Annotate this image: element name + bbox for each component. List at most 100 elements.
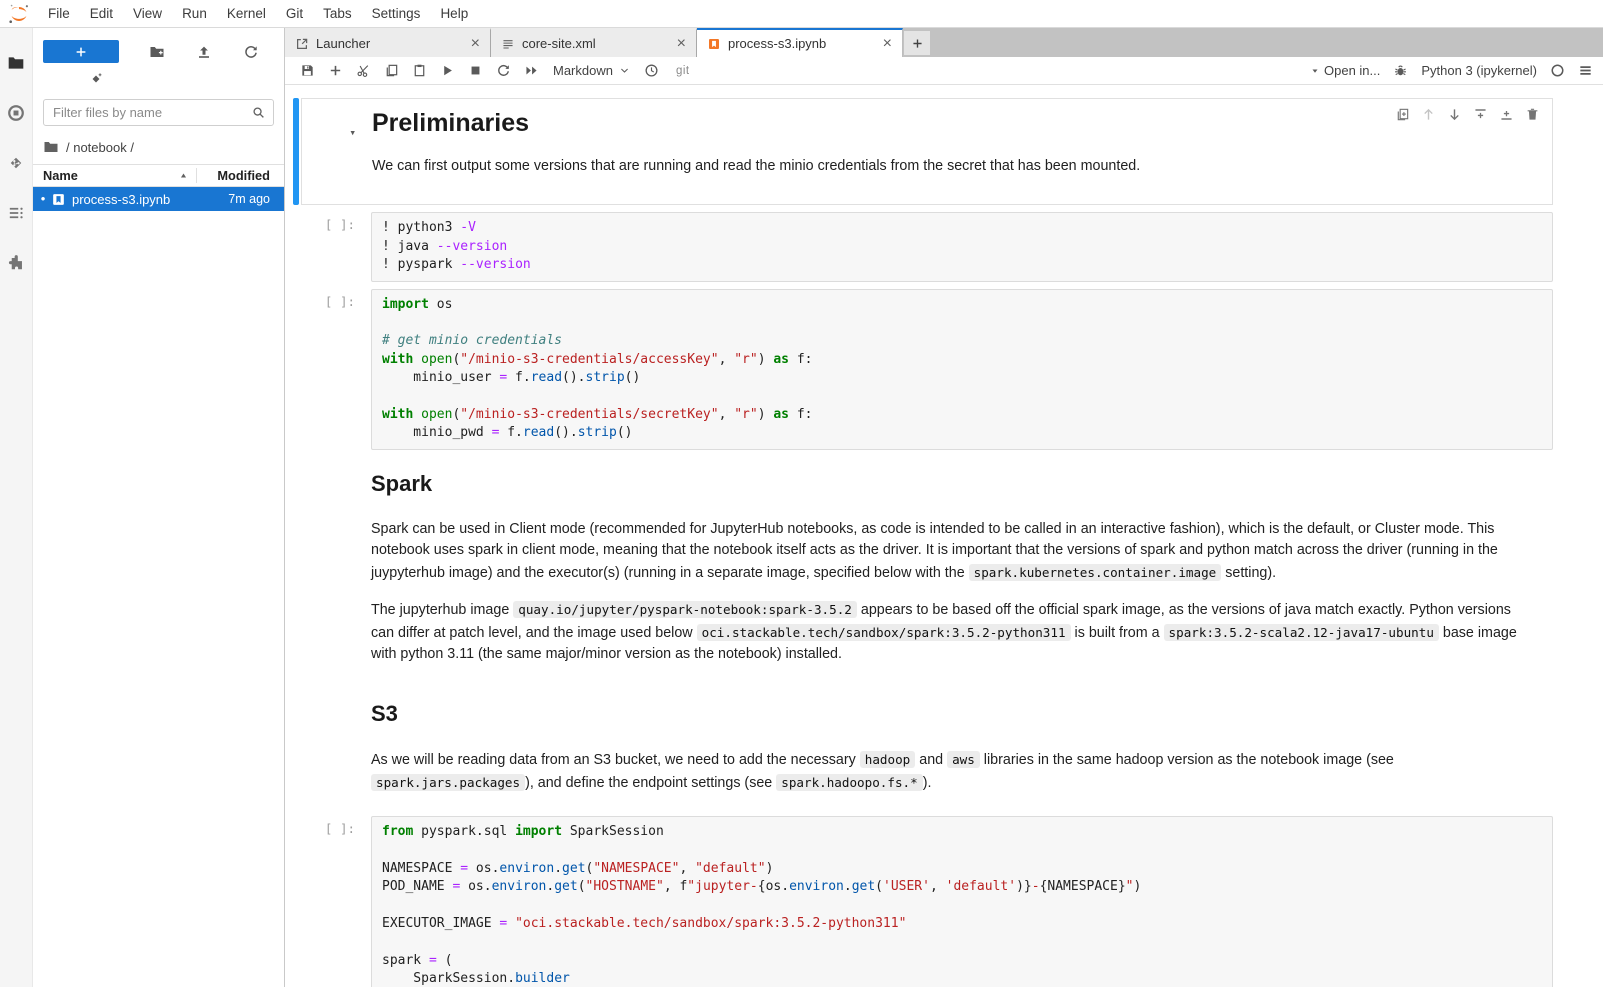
git-clone-button[interactable] xyxy=(89,72,103,89)
history-button[interactable] xyxy=(638,59,666,83)
inline-code: aws xyxy=(947,751,980,768)
kernel-idle-icon xyxy=(1550,63,1565,78)
folder-icon xyxy=(43,139,59,155)
cell-collapser[interactable] xyxy=(293,457,299,680)
inline-code: quay.io/jupyter/pyspark-notebook:spark-3… xyxy=(513,601,857,618)
cell-type-select[interactable]: Markdown xyxy=(553,63,630,78)
restart-run-all-button[interactable] xyxy=(517,59,545,83)
sidebar-tab-git[interactable] xyxy=(0,138,32,188)
tab-label: process-s3.ipynb xyxy=(728,36,874,51)
breadcrumb[interactable]: / notebook / xyxy=(33,134,284,160)
notebook-tab-icon xyxy=(707,37,721,51)
run-icon xyxy=(440,63,455,78)
column-modified[interactable]: Modified xyxy=(196,168,284,183)
cell-collapser[interactable] xyxy=(293,816,299,987)
cell-collapser[interactable] xyxy=(293,98,299,205)
duplicate-cell-button[interactable] xyxy=(1395,107,1410,122)
menu-item-view[interactable]: View xyxy=(123,0,172,27)
code-cell[interactable]: [ ]:from pyspark.sql import SparkSession… xyxy=(293,816,1603,987)
code-editor[interactable]: ! python3 -V! java --version! pyspark --… xyxy=(371,212,1553,281)
menu-item-run[interactable]: Run xyxy=(172,0,217,27)
sidebar-tab-table-of-contents[interactable] xyxy=(0,188,32,238)
stop-button[interactable] xyxy=(461,59,489,83)
cell-input-area: [ ]:! python3 -V! java --version! pyspar… xyxy=(301,212,1553,281)
text-file-icon xyxy=(501,37,515,51)
close-icon[interactable]: × xyxy=(675,37,688,51)
close-icon[interactable]: × xyxy=(881,37,894,51)
markdown-cell[interactable]: S3As we will be reading data from an S3 … xyxy=(293,687,1603,809)
tab-process-s3-ipynb[interactable]: process-s3.ipynb × xyxy=(697,28,903,57)
code-editor[interactable]: import os # get minio credentialswith op… xyxy=(371,289,1553,450)
arrow-up-icon xyxy=(1421,107,1436,122)
markdown-rendered: S3As we will be reading data from an S3 … xyxy=(371,701,1553,794)
heading-collapse-icon[interactable]: ▾ xyxy=(349,126,356,139)
column-name[interactable]: Name xyxy=(33,168,196,183)
cell-collapser[interactable] xyxy=(293,687,299,809)
upload-button[interactable] xyxy=(180,40,227,63)
code-cell[interactable]: [ ]:! python3 -V! java --version! pyspar… xyxy=(293,212,1603,281)
cell-content: S3As we will be reading data from an S3 … xyxy=(365,687,1553,809)
toolbar-more-button[interactable] xyxy=(1578,59,1593,83)
clock-icon xyxy=(644,63,659,78)
debugger-button[interactable] xyxy=(1393,59,1408,83)
cell-collapser[interactable] xyxy=(293,289,299,450)
new-tab-button[interactable] xyxy=(904,31,930,55)
menu-item-edit[interactable]: Edit xyxy=(80,0,123,27)
sidebar-tab-extension-manager[interactable] xyxy=(0,238,32,288)
cell-input-area: [ ]:import os # get minio credentialswit… xyxy=(301,289,1553,450)
notebook-toolbar: Markdown git Open in... Python 3 (ipykerne… xyxy=(285,57,1603,85)
run-all-icon xyxy=(524,63,539,78)
new-launcher-button[interactable] xyxy=(43,40,119,63)
tab-core-site-xml[interactable]: core-site.xml× xyxy=(491,28,697,57)
insert-cell-button[interactable] xyxy=(321,59,349,83)
file-item[interactable]: •process-s3.ipynb7m ago xyxy=(33,187,284,211)
move-cell-down-button[interactable] xyxy=(1447,107,1462,122)
file-filter xyxy=(43,99,274,126)
menu-item-settings[interactable]: Settings xyxy=(362,0,431,27)
markdown-cell[interactable]: SparkSpark can be used in Client mode (r… xyxy=(293,457,1603,680)
save-button[interactable] xyxy=(293,59,321,83)
menu-item-tabs[interactable]: Tabs xyxy=(313,0,362,27)
copy-cells-button[interactable] xyxy=(377,59,405,83)
cell-prompt: [ ]: xyxy=(301,212,365,281)
inline-code: hadoop xyxy=(860,751,916,768)
menu-bar: FileEditViewRunKernelGitTabsSettingsHelp xyxy=(0,0,1603,28)
delete-cell-button[interactable] xyxy=(1525,107,1540,122)
menu-item-git[interactable]: Git xyxy=(276,0,313,27)
inline-code: oci.stackable.tech/sandbox/spark:3.5.2-p… xyxy=(697,624,1071,641)
paste-cells-button[interactable] xyxy=(405,59,433,83)
refresh-button[interactable] xyxy=(227,40,274,63)
kernel-name[interactable]: Python 3 (ipykernel) xyxy=(1421,63,1537,78)
paragraph: As we will be reading data from an S3 bu… xyxy=(371,749,1529,794)
arrow-down-icon xyxy=(1447,107,1462,122)
code-line: spark = ( xyxy=(382,952,1542,970)
cell-content: SparkSpark can be used in Client mode (r… xyxy=(365,457,1553,680)
cut-cells-button[interactable] xyxy=(349,59,377,83)
cell-content: from pyspark.sql import SparkSession NAM… xyxy=(365,816,1553,987)
notebook-toolbar-right: Open in... Python 3 (ipykernel) xyxy=(1311,59,1593,83)
menu-item-help[interactable]: Help xyxy=(430,0,478,27)
new-folder-button[interactable] xyxy=(133,40,180,63)
insert-cell-below-button[interactable] xyxy=(1499,107,1514,122)
cell-prompt: ▾ xyxy=(302,107,366,192)
code-line: ! python3 -V xyxy=(382,219,1542,237)
plus-icon xyxy=(74,45,88,59)
sidebar-tab-running-sessions[interactable] xyxy=(0,88,32,138)
file-filter-input[interactable] xyxy=(43,99,274,126)
markdown-cell[interactable]: ▾PreliminariesWe can first output some v… xyxy=(293,98,1603,205)
menu-items: FileEditViewRunKernelGitTabsSettingsHelp xyxy=(38,0,478,27)
close-icon[interactable]: × xyxy=(469,37,482,51)
menu-item-kernel[interactable]: Kernel xyxy=(217,0,276,27)
code-editor[interactable]: from pyspark.sql import SparkSession NAM… xyxy=(371,816,1553,987)
markdown-rendered: SparkSpark can be used in Client mode (r… xyxy=(371,471,1553,665)
restart-kernel-button[interactable] xyxy=(489,59,517,83)
sidebar-tab-file-browser[interactable] xyxy=(0,38,32,88)
insert-cell-above-button[interactable] xyxy=(1473,107,1488,122)
tab-launcher[interactable]: Launcher× xyxy=(285,28,491,57)
menu-item-file[interactable]: File xyxy=(38,0,80,27)
git-label: git xyxy=(676,65,690,77)
cell-collapser[interactable] xyxy=(293,212,299,281)
run-button[interactable] xyxy=(433,59,461,83)
open-in-dropdown[interactable]: Open in... xyxy=(1311,63,1380,78)
code-cell[interactable]: [ ]:import os # get minio credentialswit… xyxy=(293,289,1603,450)
